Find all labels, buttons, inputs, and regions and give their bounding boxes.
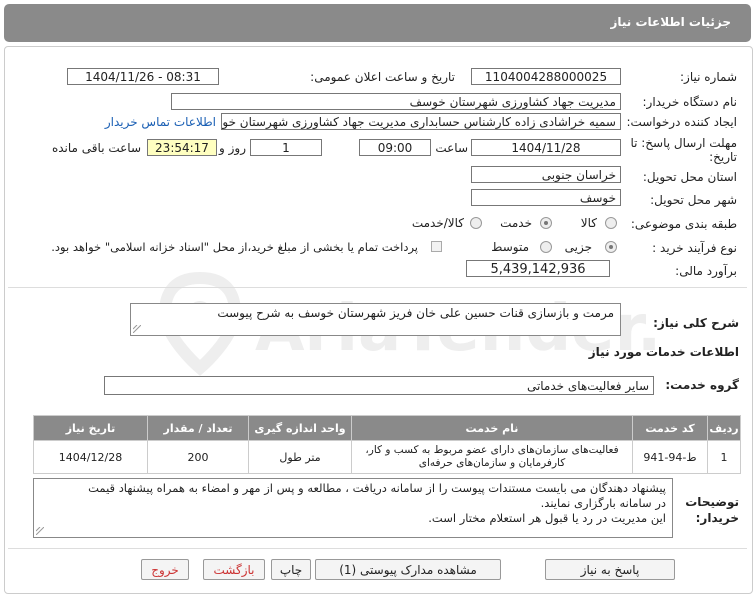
table-header-row: ردیف کد خدمت نام خدمت واحد اندازه گیری ت… [33, 415, 741, 441]
print-button[interactable]: چاپ [271, 559, 311, 580]
treasury-payment-checkbox[interactable] [431, 241, 442, 252]
service-group-field: سایر فعالیت‌های خدماتی [104, 376, 654, 395]
summary-text: مرمت و بازسازی قنات حسین علی خان فریز شه… [217, 306, 614, 320]
col-row-header: ردیف [707, 415, 741, 441]
need-number-field: 1104004288000025 [471, 68, 621, 85]
divider [8, 548, 747, 549]
notes-textarea: پیشنهاد دهندگان می بایست مستندات پیوست ر… [33, 478, 673, 538]
buyer-label: نام دستگاه خریدار: [642, 95, 738, 109]
creator-field: سمیه خراشادی زاده کارشناس حسابداری مدیری… [221, 113, 621, 130]
col-unit-header: واحد اندازه گیری [248, 415, 352, 441]
resize-handle-icon[interactable] [133, 325, 141, 333]
notes-label-2: خریدار: [695, 511, 739, 525]
deadline-time-field: 09:00 [359, 139, 431, 156]
city-label: شهر محل تحویل: [650, 193, 737, 207]
cell-date: 1404/12/28 [33, 440, 148, 474]
days-field: 1 [250, 139, 322, 156]
announce-label: تاریخ و ساعت اعلان عمومی: [310, 70, 455, 84]
category-service-label: خدمت [500, 216, 532, 230]
col-qty-header: تعداد / مقدار [147, 415, 249, 441]
page-header: جزئیات اطلاعات نیاز [4, 4, 751, 42]
category-service-radio[interactable] [540, 217, 552, 229]
days-label: روز و [219, 141, 246, 155]
deadline-label: مهلت ارسال پاسخ: تا [630, 136, 737, 150]
announce-field: 1404/11/26 - 08:31 [67, 68, 219, 85]
remaining-time-field: 23:54:17 [147, 139, 217, 156]
contact-info-link[interactable]: اطلاعات تماس خریدار [105, 115, 216, 129]
page-title: جزئیات اطلاعات نیاز [610, 15, 731, 29]
budget-field: 5,439,142,936 [466, 260, 610, 277]
cell-row: 1 [707, 440, 741, 474]
category-goods-label: کالا [580, 216, 597, 230]
col-name-header: نام خدمت [351, 415, 633, 441]
summary-textarea: مرمت و بازسازی قنات حسین علی خان فریز شه… [130, 303, 621, 336]
cell-unit: متر طول [248, 440, 352, 474]
reply-button[interactable]: پاسخ به نیاز [545, 559, 675, 580]
back-button[interactable]: بازگشت [203, 559, 265, 580]
need-number-label: شماره نیاز: [680, 70, 737, 84]
deadline-date-field: 1404/11/28 [471, 139, 621, 156]
services-section-title: اطلاعات خدمات مورد نیاز [588, 345, 739, 359]
summary-label: شرح کلی نیاز: [653, 316, 739, 330]
divider [8, 287, 747, 288]
province-label: استان محل تحویل: [642, 170, 737, 184]
cell-code: ط-94-941 [632, 440, 708, 474]
process-medium-label: متوسط [491, 240, 529, 254]
services-table: ردیف کد خدمت نام خدمت واحد اندازه گیری ت… [33, 415, 741, 474]
category-label: طبقه بندی موضوعی: [630, 217, 737, 231]
process-label: نوع فرآیند خرید : [652, 241, 737, 255]
service-group-label: گروه خدمت: [665, 378, 739, 392]
exit-button[interactable]: خروج [141, 559, 189, 580]
process-medium-radio[interactable] [540, 241, 552, 253]
deadline-date-label: تاریخ: [709, 150, 737, 164]
category-both-radio[interactable] [470, 217, 482, 229]
notes-line-3: این مدیریت در رد یا قبول هر استعلام مختا… [428, 511, 666, 525]
creator-label: ایجاد کننده درخواست: [626, 115, 737, 129]
deadline-time-label: ساعت [435, 141, 468, 155]
col-date-header: تاریخ نیاز [33, 415, 148, 441]
payment-note: پرداخت تمام یا بخشی از مبلغ خرید،از محل … [51, 240, 418, 254]
process-minor-label: جزیی [564, 240, 592, 254]
col-code-header: کد خدمت [632, 415, 708, 441]
notes-label: توضیحات [685, 495, 739, 509]
attachments-button[interactable]: مشاهده مدارک پیوستی (1) [315, 559, 501, 580]
cell-name: فعالیت‌های سازمان‌های دارای عضو مربوط به… [351, 440, 633, 474]
province-field: خراسان جنوبی [471, 166, 621, 183]
category-goods-radio[interactable] [605, 217, 617, 229]
remaining-label: ساعت باقی مانده [51, 141, 141, 155]
budget-label: برآورد مالی: [675, 264, 737, 278]
notes-line-2: در سامانه بارگزاری نمایند. [540, 496, 666, 510]
process-minor-radio[interactable] [605, 241, 617, 253]
table-row: 1 ط-94-941 فعالیت‌های سازمان‌های دارای ع… [33, 440, 741, 474]
category-both-label: کالا/خدمت [411, 216, 464, 230]
resize-handle-icon[interactable] [36, 527, 44, 535]
buyer-field: مدیریت جهاد کشاورزی شهرستان خوسف [171, 93, 621, 110]
cell-qty: 200 [147, 440, 249, 474]
city-field: خوسف [471, 189, 621, 206]
notes-line-1: پیشنهاد دهندگان می بایست مستندات پیوست ر… [88, 481, 666, 495]
